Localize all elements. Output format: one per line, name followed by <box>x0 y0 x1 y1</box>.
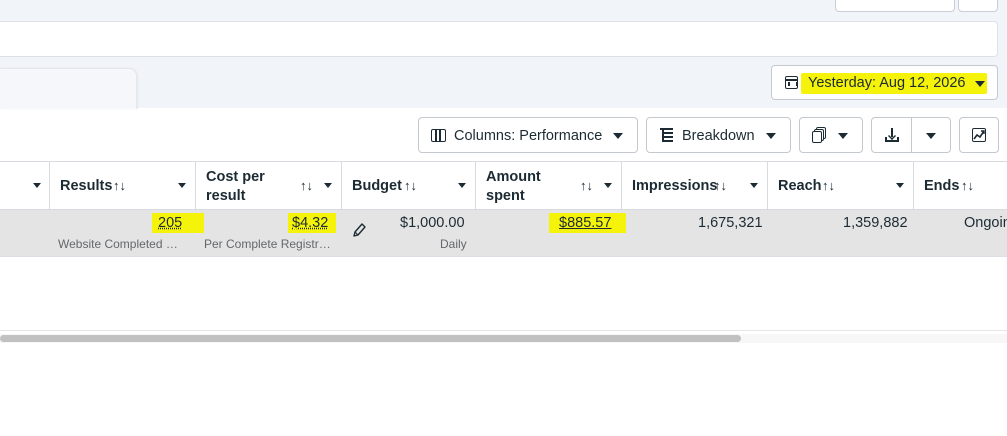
chevron-down-icon <box>975 81 985 87</box>
results-value[interactable]: 205 <box>158 215 182 231</box>
header-label: Results <box>60 177 112 196</box>
header-label-line1: Amount <box>486 168 541 187</box>
chevron-down-icon <box>766 133 776 139</box>
chevron-down-icon[interactable] <box>178 183 186 188</box>
reports-dropdown-button[interactable] <box>799 117 863 153</box>
columns-icon <box>431 129 446 142</box>
header-label-line2: spent <box>486 187 525 206</box>
sort-icon[interactable]: ↑↓ <box>714 178 727 193</box>
cost-per-result-value[interactable]: $4.32 <box>292 215 328 231</box>
sort-icon[interactable]: ↑↓ <box>113 178 126 193</box>
top-action-button[interactable] <box>835 0 955 12</box>
chevron-down-icon[interactable] <box>604 183 612 188</box>
sort-icon[interactable]: ↑↓ <box>580 178 593 193</box>
chart-icon <box>972 128 986 142</box>
column-header-name[interactable] <box>0 162 50 210</box>
impressions-value: 1,675,321 <box>698 215 763 231</box>
breakdown-icon <box>660 128 674 143</box>
header-label-line1: Cost per <box>206 168 265 187</box>
reports-icon <box>812 127 828 143</box>
header-label: Reach <box>778 177 822 196</box>
chevron-down-icon <box>838 133 848 139</box>
export-button-group[interactable] <box>871 117 951 153</box>
chevron-down-icon[interactable] <box>324 183 332 188</box>
sort-icon[interactable]: ↑↓ <box>404 178 417 193</box>
download-icon[interactable] <box>884 127 900 143</box>
column-header-results[interactable]: Results ↑↓ <box>50 162 196 210</box>
sort-icon[interactable]: ↑↓ <box>822 178 835 193</box>
chevron-down-icon[interactable] <box>33 183 41 188</box>
chart-button[interactable] <box>959 117 999 153</box>
column-header-amount-spent[interactable]: Amount spent ↑↓ <box>476 162 622 210</box>
results-type: Website Completed … <box>58 237 178 251</box>
search-filter-bar[interactable] <box>0 21 998 57</box>
column-header-reach[interactable]: Reach ↑↓ <box>768 162 914 210</box>
chevron-down-icon <box>613 133 623 139</box>
header-label: Ends <box>924 177 959 196</box>
table-footer-divider <box>0 330 1007 331</box>
header-label: Budget <box>352 177 402 196</box>
chevron-down-icon[interactable] <box>750 183 758 188</box>
reach-value: 1,359,882 <box>843 215 908 231</box>
date-range-label: Yesterday: Aug 12, 2026 <box>808 75 965 91</box>
ends-value: Ongoing <box>964 215 1007 231</box>
horizontal-scrollbar-thumb[interactable] <box>0 335 741 342</box>
top-more-button[interactable] <box>958 0 998 12</box>
breakdown-label: Breakdown <box>682 128 755 144</box>
column-header-ends[interactable]: Ends ↑↓ <box>914 162 1007 210</box>
button-divider <box>911 118 912 152</box>
budget-value: $1,000.00 <box>400 215 465 231</box>
sort-icon[interactable]: ↑↓ <box>300 178 313 193</box>
column-header-impressions[interactable]: Impressions ↑↓ <box>622 162 768 210</box>
amount-spent-value[interactable]: $885.57 <box>559 215 611 231</box>
columns-label: Columns: Performance <box>454 128 602 144</box>
column-header-cost-per-result[interactable]: Cost per result ↑↓ <box>196 162 342 210</box>
chevron-down-icon[interactable] <box>896 183 904 188</box>
active-tab[interactable] <box>0 68 137 109</box>
date-range-picker[interactable]: Yesterday: Aug 12, 2026 <box>771 65 998 100</box>
cost-per-result-type: Per Complete Registr… <box>204 237 331 251</box>
chevron-down-icon[interactable] <box>926 133 936 139</box>
column-header-budget[interactable]: Budget ↑↓ <box>342 162 476 210</box>
header-label-line2: result <box>206 187 246 206</box>
calendar-icon <box>785 76 798 89</box>
sort-icon[interactable]: ↑↓ <box>961 178 974 193</box>
edit-pencil-icon[interactable] <box>352 222 366 238</box>
budget-type: Daily <box>440 237 467 251</box>
breakdown-dropdown-button[interactable]: Breakdown <box>646 117 791 153</box>
header-label: Impressions <box>632 177 717 196</box>
row-divider <box>0 256 1007 257</box>
columns-dropdown-button[interactable]: Columns: Performance <box>418 117 638 153</box>
chevron-down-icon[interactable] <box>458 183 466 188</box>
